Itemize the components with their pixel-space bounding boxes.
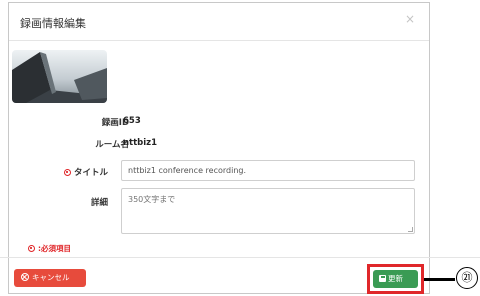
room-name-value: nttbiz1 [123,138,158,148]
title-label-text: タイトル [73,168,108,178]
detail-label: 詳細 [90,198,108,208]
title-label: タイトル [8,166,108,178]
title-input[interactable] [121,160,415,181]
recording-thumbnail [12,50,107,103]
required-note-text: :必須項目 [38,244,71,253]
required-icon [63,169,71,176]
room-name-label: ルーム名 [95,140,129,150]
annotation-callout-line [424,278,455,281]
annotation-callout-number: ㉑ [456,267,478,289]
update-button-label: 更新 [388,274,403,283]
footer-divider [0,257,480,258]
cancel-button[interactable]: キャンセル [14,269,86,287]
update-button[interactable]: 更新 [373,270,418,288]
resize-grip-icon[interactable] [408,227,413,232]
dialog-header: 録画情報編集 × [9,3,429,41]
save-icon [379,275,386,282]
thumbnail-image [12,52,107,103]
dialog-title: 録画情報編集 [20,17,86,30]
cancel-button-label: キャンセル [32,273,70,282]
recording-id-value: 653 [123,116,141,126]
cancel-circle-icon [21,273,29,281]
required-note: :必須項目 [28,243,71,254]
close-icon[interactable]: × [405,12,415,26]
required-icon [28,245,35,252]
detail-textarea[interactable] [121,188,415,234]
recording-id-label: 録画ID [101,118,129,128]
